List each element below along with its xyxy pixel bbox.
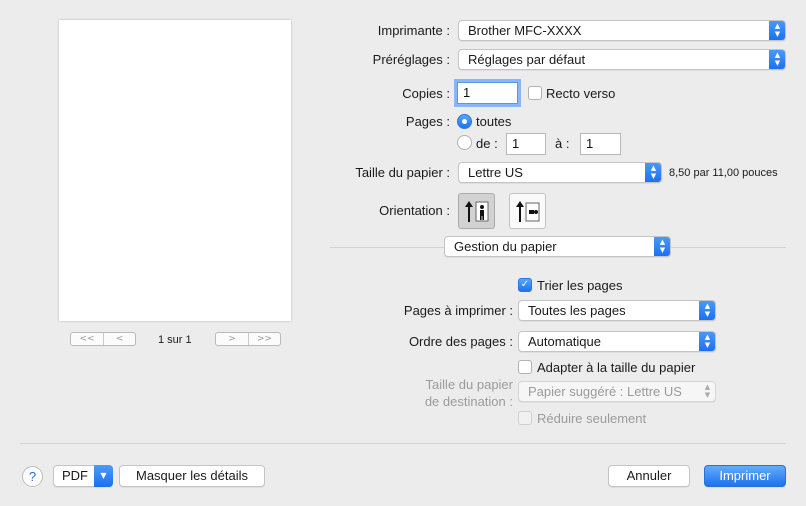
first-page-button[interactable]: <<: [71, 333, 103, 345]
printer-popup[interactable]: Brother MFC-XXXX ▲ ▼: [458, 20, 786, 41]
pages-to-label: à :: [555, 136, 570, 151]
paper-size-value: Lettre US: [468, 165, 523, 180]
portrait-icon: [465, 201, 489, 222]
popup-arrows-icon: ▲ ▼: [645, 163, 661, 182]
orientation-portrait-button[interactable]: [458, 193, 495, 229]
destination-paper-label-line2: de destination :: [424, 394, 513, 409]
pages-from-input[interactable]: 1: [506, 133, 546, 155]
last-page-button[interactable]: >>: [248, 333, 280, 345]
pdf-label: PDF: [62, 468, 88, 483]
collate-checkbox[interactable]: ✓: [518, 278, 532, 292]
pages-to-print-label: Pages à imprimer :: [403, 303, 513, 318]
footer-separator: [20, 443, 786, 444]
copies-label: Copies :: [402, 86, 450, 101]
popup-arrows-icon: ▲ ▼: [699, 301, 715, 320]
paper-size-popup[interactable]: Lettre US ▲ ▼: [458, 162, 662, 183]
duplex-label: Recto verso: [546, 86, 616, 101]
presets-popup[interactable]: Réglages par défaut ▲ ▼: [458, 49, 786, 70]
popup-arrows-icon: ▲ ▼: [769, 50, 785, 69]
pages-all-label: toutes: [476, 114, 512, 129]
page-count: 1 sur 1: [158, 334, 192, 346]
chevron-down-icon: ▼: [94, 465, 113, 487]
previous-page-button[interactable]: <: [103, 333, 135, 345]
pages-all-radio[interactable]: [457, 114, 472, 129]
duplex-checkbox[interactable]: [528, 86, 542, 100]
destination-paper-popup[interactable]: Papier suggéré : Lettre US ▲ ▼: [518, 381, 716, 402]
printer-value: Brother MFC-XXXX: [468, 23, 582, 38]
copies-input[interactable]: 1: [457, 82, 518, 104]
popup-arrows-icon: ▲ ▼: [699, 332, 715, 351]
scale-down-only-label: Réduire seulement: [537, 411, 647, 426]
pages-range-from-label: de :: [476, 136, 498, 151]
pages-to-print-value: Toutes les pages: [528, 303, 626, 318]
popup-arrows-icon: ▲ ▼: [704, 383, 711, 399]
preview-nav-back-group: << <: [70, 332, 136, 346]
page-order-popup[interactable]: Automatique ▲ ▼: [518, 331, 716, 352]
orientation-landscape-button[interactable]: [509, 193, 546, 229]
scale-to-fit-checkbox[interactable]: [518, 360, 532, 374]
destination-paper-value: Papier suggéré : Lettre US: [528, 384, 682, 399]
paper-dimensions: 8,50 par 11,00 pouces: [669, 167, 778, 179]
destination-paper-label-line1: Taille du papier: [425, 377, 513, 392]
page-order-value: Automatique: [528, 334, 601, 349]
printer-label: Imprimante :: [377, 23, 450, 38]
presets-value: Réglages par défaut: [468, 52, 586, 67]
orientation-label: Orientation :: [379, 203, 450, 218]
presets-label: Préréglages :: [372, 52, 450, 67]
section-popup-value: Gestion du papier: [454, 239, 557, 254]
section-popup[interactable]: Gestion du papier ▲ ▼: [444, 236, 671, 257]
pages-range-radio[interactable]: [457, 135, 472, 150]
scale-down-only-checkbox[interactable]: [518, 411, 532, 425]
popup-arrows-icon: ▲ ▼: [769, 21, 785, 40]
collate-label: Trier les pages: [537, 278, 623, 293]
pdf-menu-button[interactable]: PDF ▼: [53, 465, 113, 487]
popup-arrows-icon: ▲ ▼: [654, 237, 670, 256]
print-preview-page: [59, 20, 291, 321]
pages-to-print-popup[interactable]: Toutes les pages ▲ ▼: [518, 300, 716, 321]
landscape-icon: [516, 201, 540, 222]
preview-nav-forward-group: > >>: [215, 332, 281, 346]
help-button[interactable]: ?: [22, 466, 43, 487]
scale-to-fit-label: Adapter à la taille du papier: [537, 360, 696, 375]
next-page-button[interactable]: >: [216, 333, 248, 345]
paper-size-label: Taille du papier :: [355, 165, 450, 180]
cancel-button[interactable]: Annuler: [608, 465, 690, 487]
pages-to-input[interactable]: 1: [580, 133, 621, 155]
hide-details-button[interactable]: Masquer les détails: [119, 465, 265, 487]
pages-label: Pages :: [405, 114, 450, 129]
page-order-label: Ordre des pages :: [408, 334, 513, 349]
print-button[interactable]: Imprimer: [704, 465, 786, 487]
